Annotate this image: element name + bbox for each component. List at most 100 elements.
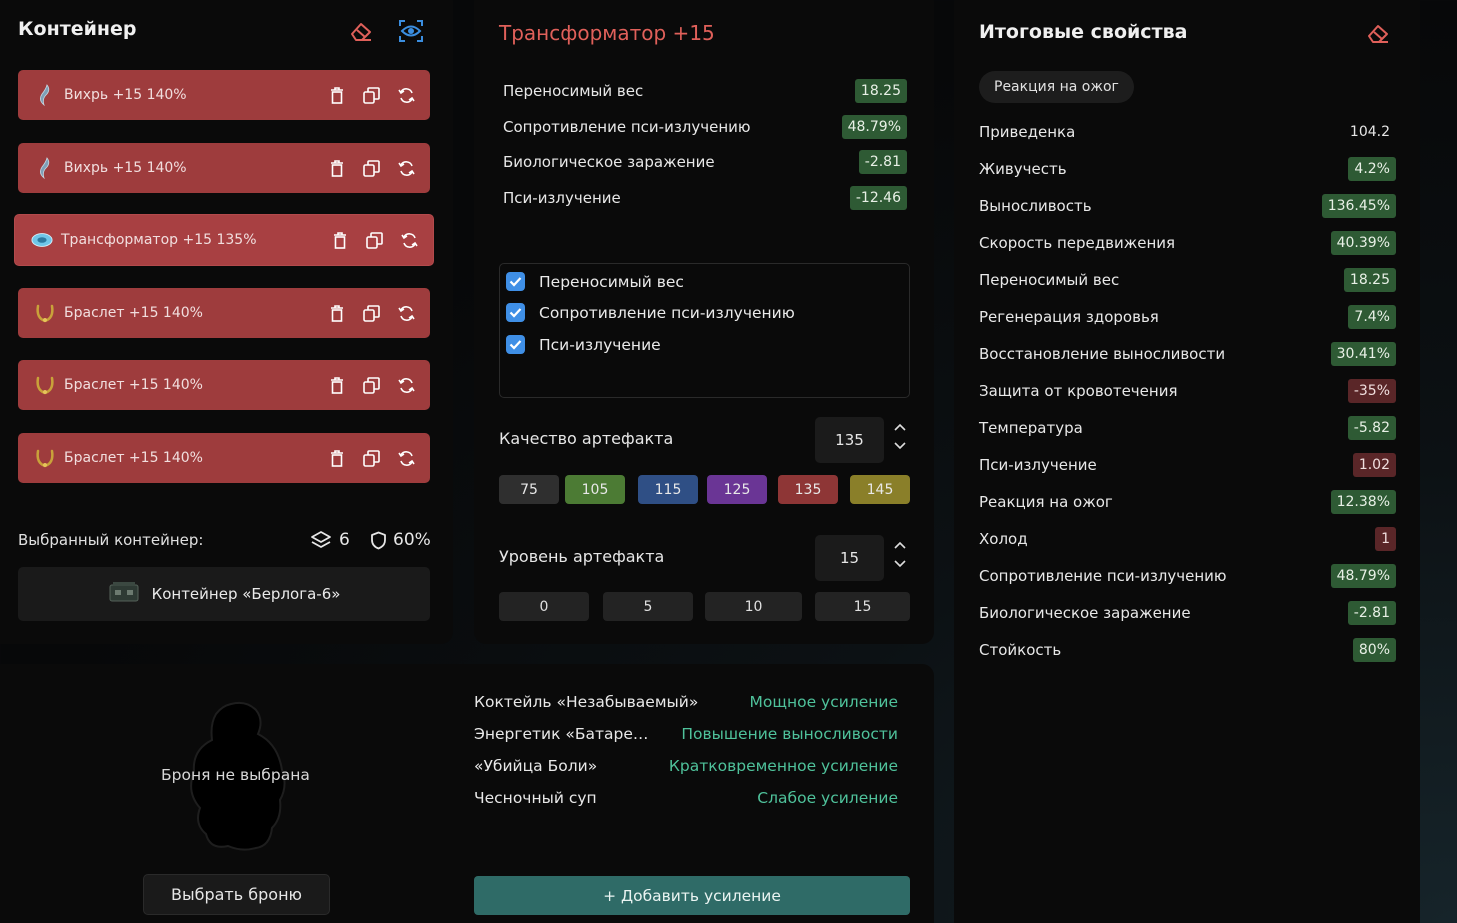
container-item[interactable]: Вихрь +15 140% <box>18 143 430 193</box>
checkbox-checked-icon[interactable] <box>506 303 525 322</box>
total-stat-label: Температура <box>979 419 1083 437</box>
swap-icon[interactable] <box>397 304 416 323</box>
protection-value: 60% <box>393 530 431 550</box>
swap-icon[interactable] <box>397 159 416 178</box>
container-item[interactable]: Вихрь +15 140% <box>18 70 430 120</box>
swap-icon[interactable] <box>397 449 416 468</box>
stat-value: -12.46 <box>849 186 907 210</box>
stat-checkbox-row[interactable]: Сопротивление пси-излучению <box>506 303 795 322</box>
add-boost-button[interactable]: + Добавить усиление <box>474 876 910 915</box>
stat-label: Сопротивление пси-излучению <box>503 118 751 136</box>
vortex-icon <box>34 157 56 179</box>
quality-preset-button[interactable]: 75 <box>499 475 559 504</box>
copy-icon[interactable] <box>362 304 381 323</box>
trash-icon[interactable] <box>330 231 349 250</box>
container-item-name: Браслет +15 140% <box>64 305 203 321</box>
container-item-name: Вихрь +15 140% <box>64 160 187 176</box>
total-stat-row: Стойкость 80% <box>979 636 1396 664</box>
quality-preset-button[interactable]: 135 <box>778 475 838 504</box>
chevron-down-icon[interactable] <box>894 558 906 571</box>
copy-icon[interactable] <box>362 159 381 178</box>
container-name: Контейнер «Берлога-6» <box>151 585 341 603</box>
armor-empty-text: Броня не выбрана <box>161 766 310 784</box>
stat-checkbox-row[interactable]: Переносимый вес <box>506 272 684 291</box>
total-stat-label: Защита от кровотечения <box>979 382 1178 400</box>
checkbox-checked-icon[interactable] <box>506 335 525 354</box>
quality-preset-button[interactable]: 145 <box>850 475 910 504</box>
swap-icon[interactable] <box>397 86 416 105</box>
boost-name: Чесночный суп <box>474 789 597 807</box>
level-input[interactable]: 15 <box>815 535 884 581</box>
container-item-name: Браслет +15 140% <box>64 450 203 466</box>
checkbox-checked-icon[interactable] <box>506 272 525 291</box>
stat-label: Переносимый вес <box>503 82 644 100</box>
total-stat-label: Переносимый вес <box>979 271 1120 289</box>
layers-icon <box>310 530 332 554</box>
level-preset-button[interactable]: 10 <box>705 592 802 621</box>
boost-effect: Кратковременное усиление <box>668 757 898 775</box>
copy-icon[interactable] <box>362 86 381 105</box>
container-item[interactable]: Трансформатор +15 135% <box>14 214 434 266</box>
quality-input[interactable]: 135 <box>815 417 884 463</box>
total-stat-label: Приведенка <box>979 123 1076 141</box>
eye-scan-icon[interactable] <box>398 18 424 48</box>
filter-tag[interactable]: Реакция на ожог <box>979 71 1134 103</box>
level-stepper[interactable] <box>891 539 909 571</box>
boost-name: Коктейль «Незабываемый» <box>474 693 699 711</box>
quality-stepper[interactable] <box>891 421 909 453</box>
artifact-stat-row: Сопротивление пси-излучению 48.79% <box>503 115 907 139</box>
container-select[interactable]: Контейнер «Берлога-6» <box>18 567 430 621</box>
container-item[interactable]: Браслет +15 140% <box>18 360 430 410</box>
trash-icon[interactable] <box>327 304 346 323</box>
select-armor-button[interactable]: Выбрать броню <box>143 874 330 915</box>
total-stat-row: Переносимый вес 18.25 <box>979 266 1396 294</box>
quality-preset-button[interactable]: 105 <box>565 475 625 504</box>
level-preset-button[interactable]: 15 <box>815 592 910 621</box>
stat-checkbox-row[interactable]: Пси-излучение <box>506 335 661 354</box>
quality-preset-button[interactable]: 115 <box>638 475 698 504</box>
total-stat-row: Реакция на ожог 12.38% <box>979 488 1396 516</box>
boost-effect: Повышение выносливости <box>681 725 898 743</box>
swap-icon[interactable] <box>397 376 416 395</box>
trash-icon[interactable] <box>327 86 346 105</box>
total-stat-label: Реакция на ожог <box>979 493 1113 511</box>
total-stat-value: 12.38% <box>1330 490 1396 514</box>
total-stat-value: -35% <box>1347 379 1396 403</box>
total-stat-value: 4.2% <box>1348 157 1396 181</box>
level-preset-button[interactable]: 0 <box>499 592 589 621</box>
chevron-up-icon[interactable] <box>894 421 906 434</box>
trash-icon[interactable] <box>327 376 346 395</box>
checkbox-label: Сопротивление пси-излучению <box>539 303 795 322</box>
boost-name: Энергетик «Батаре… <box>474 725 649 743</box>
container-item-name: Вихрь +15 140% <box>64 87 187 103</box>
item-actions <box>327 159 416 178</box>
boost-row[interactable]: Чесночный суп Слабое усиление <box>474 789 898 807</box>
copy-icon[interactable] <box>362 376 381 395</box>
trash-icon[interactable] <box>327 449 346 468</box>
container-item[interactable]: Браслет +15 140% <box>18 288 430 338</box>
level-label: Уровень артефакта <box>499 547 665 566</box>
checkbox-label: Переносимый вес <box>539 272 684 291</box>
quality-preset-button[interactable]: 125 <box>707 475 767 504</box>
total-stat-row: Регенерация здоровья 7.4% <box>979 303 1396 331</box>
chevron-up-icon[interactable] <box>894 539 906 552</box>
boost-row[interactable]: Коктейль «Незабываемый» Мощное усиление <box>474 693 898 711</box>
container-title: Контейнер <box>18 18 137 40</box>
level-preset-button[interactable]: 5 <box>603 592 693 621</box>
stat-value: 18.25 <box>854 79 907 103</box>
quality-label: Качество артефакта <box>499 429 674 448</box>
chevron-down-icon[interactable] <box>894 440 906 453</box>
boost-row[interactable]: Энергетик «Батаре… Повышение выносливости <box>474 725 898 743</box>
copy-icon[interactable] <box>365 231 384 250</box>
eraser-icon[interactable] <box>1366 22 1390 48</box>
trash-icon[interactable] <box>327 159 346 178</box>
copy-icon[interactable] <box>362 449 381 468</box>
container-item-name: Трансформатор +15 135% <box>61 232 257 248</box>
artifact-title: Трансформатор +15 <box>499 21 715 45</box>
eraser-icon[interactable] <box>349 20 373 46</box>
total-stat-value: -2.81 <box>1347 601 1396 625</box>
container-item[interactable]: Браслет +15 140% <box>18 433 430 483</box>
total-stat-row: Биологическое заражение -2.81 <box>979 599 1396 627</box>
boost-row[interactable]: «Убийца Боли» Кратковременное усиление <box>474 757 898 775</box>
swap-icon[interactable] <box>400 231 419 250</box>
